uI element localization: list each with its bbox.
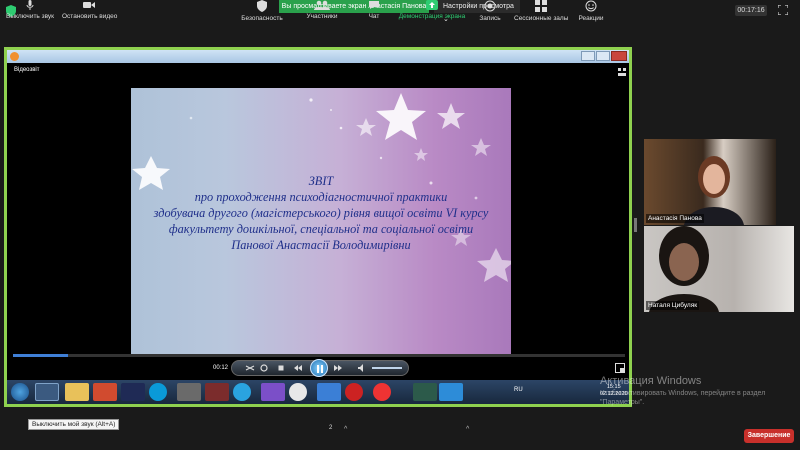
slide-line: про проходження психодіагностичної практ…: [194, 190, 448, 204]
maximize-button[interactable]: [596, 51, 610, 61]
taskbar-explorer[interactable]: [65, 383, 89, 401]
breakout-rooms-icon: [535, 0, 547, 12]
record-icon: [484, 0, 496, 12]
activation-watermark-text: Чтобы активировать Windows, перейдите в …: [600, 389, 765, 407]
reactions-button[interactable]: Реакции: [576, 0, 606, 26]
taskbar-app[interactable]: [317, 383, 341, 401]
repeat-icon[interactable]: [259, 363, 269, 373]
participants-button[interactable]: Участники: [302, 0, 342, 26]
slide-line: здобувача другого (магістерського) рівня…: [153, 206, 489, 220]
record-label: Запись: [479, 15, 501, 22]
switch-to-library-icon[interactable]: [615, 363, 625, 373]
taskbar-chrome[interactable]: [289, 383, 307, 401]
start-button[interactable]: [11, 383, 29, 401]
taskbar-media-player[interactable]: [35, 383, 59, 401]
record-button[interactable]: Запись: [476, 0, 504, 26]
taskbar-app[interactable]: [373, 383, 391, 401]
stop-video-label: Остановить видео: [62, 13, 118, 20]
shuffle-icon[interactable]: [245, 363, 255, 373]
mute-button[interactable]: Выключить звук: [4, 0, 56, 26]
volume-icon[interactable]: [357, 363, 367, 373]
volume-slider[interactable]: [372, 367, 402, 369]
player-titlebar: [7, 50, 629, 63]
slide-line: ЗВІТ: [308, 174, 334, 188]
end-meeting-button[interactable]: Завершение: [744, 429, 794, 443]
previous-icon[interactable]: [293, 363, 303, 373]
mute-label: Выключить звук: [5, 13, 55, 20]
participant-video[interactable]: Наталя Цибуляк: [644, 226, 794, 312]
video-title: Відеозвіт: [14, 67, 40, 73]
slide-text: ЗВІТ про проходження психодіагностичної …: [131, 173, 511, 253]
microphone-icon: [26, 0, 34, 10]
chat-label: Чат: [368, 13, 380, 20]
participant-video[interactable]: Анастасія Панова: [644, 139, 776, 225]
people-icon: [314, 0, 330, 10]
minimize-button[interactable]: [581, 51, 595, 61]
close-button[interactable]: [611, 51, 627, 61]
taskbar-app[interactable]: [93, 383, 117, 401]
taskbar-app[interactable]: [413, 383, 437, 401]
fullscreen-icon[interactable]: [778, 5, 788, 15]
seek-bar-fill: [13, 354, 68, 357]
participant-name: Анастасія Панова: [646, 214, 704, 223]
taskbar-app[interactable]: [205, 383, 229, 401]
taskbar-opera[interactable]: [345, 383, 363, 401]
breakout-rooms-label: Сессионные залы: [514, 15, 569, 22]
participants-count: 2: [329, 425, 333, 431]
participant-name: Наталя Цибуляк: [646, 301, 700, 310]
participant-silhouette: [684, 156, 744, 225]
shield-icon: [257, 0, 267, 12]
watermark-line: Чтобы активировать Windows, перейдите в …: [600, 390, 766, 397]
media-player-icon: [10, 52, 19, 61]
slide-line: Панової Анастасії Володимирівни: [231, 238, 411, 252]
zoom-toolbar: [0, 424, 800, 450]
taskbar-telegram[interactable]: [233, 383, 251, 401]
chat-button[interactable]: Чат: [362, 0, 386, 26]
video-camera-icon: [83, 2, 95, 8]
participant-silhouette: [649, 226, 719, 312]
pause-icon: [317, 365, 323, 373]
share-screen-button[interactable]: Демонстрация экрана: [398, 0, 466, 26]
presentation-slide: ЗВІТ про проходження психодіагностичної …: [131, 88, 511, 354]
reactions-label: Реакции: [578, 15, 604, 22]
security-label: Безопасность: [241, 15, 283, 22]
chevron-up-icon[interactable]: ^: [466, 426, 469, 433]
chevron-up-icon[interactable]: ^: [344, 426, 347, 433]
stop-icon[interactable]: [276, 363, 286, 373]
slide-line: факультету дошкільної, спеціальної та со…: [168, 222, 474, 236]
taskbar-skype[interactable]: [149, 383, 167, 401]
watermark-line: "Параметры".: [600, 399, 645, 406]
taskbar-viber[interactable]: [261, 383, 285, 401]
breakout-rooms-button[interactable]: Сессионные залы: [514, 0, 568, 26]
windows-taskbar: RU 15:15 02.12.2020: [7, 380, 629, 404]
taskbar-zoom[interactable]: [439, 383, 463, 401]
meeting-timer: 00:17:16: [735, 5, 767, 16]
security-button[interactable]: Безопасность: [240, 0, 284, 26]
taskbar-app[interactable]: [177, 383, 201, 401]
share-arrow-icon: [426, 0, 438, 10]
seek-bar[interactable]: [13, 354, 625, 357]
taskbar-photoshop[interactable]: [121, 383, 145, 401]
language-indicator[interactable]: RU: [514, 387, 523, 393]
share-screen-label: Демонстрация экрана: [398, 13, 466, 20]
shared-screen: Відеозвіт ЗВІТ про проходження психодіаг…: [4, 47, 632, 407]
mute-tooltip: Выключить мой звук (Alt+A): [28, 419, 120, 430]
chat-bubble-icon: [369, 1, 379, 9]
elapsed-time: 00:12: [213, 365, 229, 371]
stop-video-button[interactable]: Остановить видео: [62, 0, 118, 26]
activation-watermark-title: Активация Windows: [600, 375, 702, 387]
pause-button[interactable]: [310, 359, 328, 377]
smiley-icon: [585, 0, 597, 12]
participants-label: Участники: [306, 13, 338, 20]
next-icon[interactable]: [333, 363, 343, 373]
switch-library-icon[interactable]: [617, 67, 627, 77]
split-handle[interactable]: [634, 218, 637, 232]
